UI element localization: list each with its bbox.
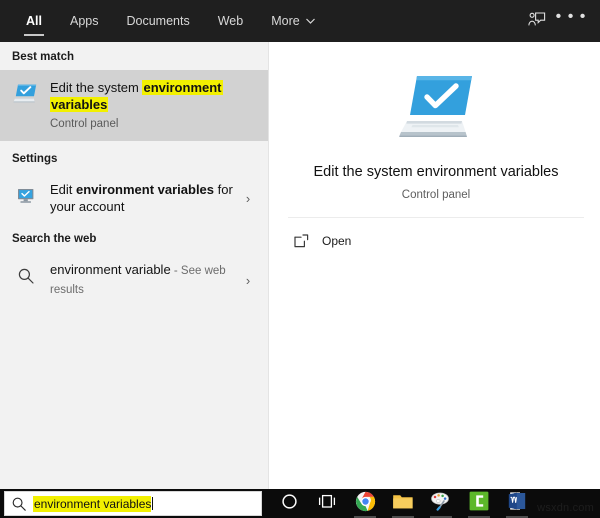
- task-view-button[interactable]: [308, 489, 346, 518]
- preview-divider: [288, 217, 584, 218]
- preview-icon-wrap: [290, 68, 582, 152]
- result-item-settings-title: Edit environment variables for your acco…: [50, 181, 238, 215]
- ellipsis-icon: • • •: [555, 8, 587, 25]
- result-item-web-search[interactable]: environment variable - See web results ›: [0, 252, 268, 308]
- result-item-best-match-text: Edit the system environment variables Co…: [50, 79, 258, 132]
- word-w-icon: [508, 491, 527, 516]
- tab-all[interactable]: All: [12, 0, 56, 42]
- preview-subtitle: Control panel: [401, 189, 471, 201]
- search-results-body: Best match Edit the system environment v…: [0, 42, 600, 489]
- camtasia-button[interactable]: [460, 489, 498, 518]
- chrome-button[interactable]: [346, 489, 384, 518]
- tab-documents-label: Documents: [126, 13, 190, 28]
- result-item-best-match-subtitle: Control panel: [50, 118, 119, 130]
- result-item-settings-text: Edit environment variables for your acco…: [50, 181, 238, 215]
- paint-button[interactable]: [422, 489, 460, 518]
- tab-documents[interactable]: Documents: [112, 0, 203, 42]
- text-caret: [152, 496, 154, 510]
- preview-action-open[interactable]: Open: [272, 224, 600, 258]
- search-icon: [12, 262, 40, 290]
- preview-title: Edit the system environment variables: [313, 164, 559, 180]
- taskbar-app-buttons: [270, 489, 536, 518]
- taskbar-search-value: environment variables: [33, 495, 152, 512]
- title-highlight-variables: variables: [50, 97, 109, 112]
- task-view-icon: [317, 493, 337, 515]
- cortana-circle-icon: [281, 493, 298, 515]
- open-external-icon: [290, 234, 312, 248]
- feedback-button[interactable]: [520, 5, 554, 37]
- folder-icon: [392, 492, 414, 516]
- taskbar-search-input[interactable]: environment variables: [4, 491, 262, 516]
- chevron-right-icon[interactable]: ›: [238, 273, 258, 288]
- settings-title-prefix: Edit: [50, 182, 77, 197]
- overflow-menu-button[interactable]: • • •: [554, 5, 588, 37]
- preview-pane: Edit the system environment variables Co…: [272, 42, 600, 489]
- monitor-check-icon: [12, 80, 40, 108]
- cortana-button[interactable]: [270, 489, 308, 518]
- tab-more-label: More: [271, 13, 300, 28]
- group-header-best-match: Best match: [12, 51, 74, 63]
- chevron-right-icon[interactable]: ›: [238, 191, 258, 206]
- result-item-best-match[interactable]: Edit the system environment variables Co…: [0, 70, 268, 141]
- search-header: All Apps Documents Web More • • •: [0, 0, 600, 42]
- watermark: wsxdn.com: [537, 502, 594, 514]
- tab-all-label: All: [26, 13, 42, 28]
- result-item-best-match-title: Edit the system environment variables: [50, 79, 258, 113]
- group-header-settings: Settings: [12, 153, 58, 165]
- taskbar: environment variables wsxdn.com: [0, 489, 600, 518]
- word-button[interactable]: [498, 489, 536, 518]
- search-icon: [5, 496, 33, 512]
- result-item-web-search-title: environment variable - See web results: [50, 261, 238, 299]
- paint-palette-icon: [430, 491, 452, 516]
- chevron-down-icon: [305, 18, 315, 26]
- preview-card: Edit the system environment variables Co…: [272, 42, 600, 201]
- monitor-check-large-icon: [393, 71, 479, 150]
- results-list-pane: Best match Edit the system environment v…: [0, 42, 268, 489]
- result-item-web-search-text: environment variable - See web results: [50, 261, 238, 299]
- search-filter-tabs: All Apps Documents Web More: [12, 0, 329, 42]
- tab-active-indicator: [23, 34, 44, 36]
- tab-apps-label: Apps: [69, 13, 99, 28]
- monitor-small-icon: [12, 182, 40, 210]
- settings-title-bold: environment variables: [76, 182, 215, 197]
- group-header-search-web: Search the web: [12, 233, 97, 245]
- camtasia-c-icon: [469, 491, 489, 516]
- person-feedback-icon: [528, 11, 546, 32]
- taskbar-search-value-wrap: environment variables: [33, 495, 154, 513]
- preview-action-open-label: Open: [322, 234, 352, 248]
- title-highlight-environment: environment: [142, 80, 223, 95]
- tab-web-label: Web: [217, 13, 244, 28]
- windows-search-window: All Apps Documents Web More • • • Best m…: [0, 0, 600, 518]
- title-prefix: Edit the system: [50, 80, 143, 95]
- result-item-settings[interactable]: Edit environment variables for your acco…: [0, 172, 268, 224]
- tab-more[interactable]: More: [257, 0, 328, 42]
- header-actions: • • •: [520, 0, 600, 42]
- file-explorer-button[interactable]: [384, 489, 422, 518]
- chrome-icon: [355, 491, 376, 517]
- tab-web[interactable]: Web: [204, 0, 257, 42]
- web-search-term: environment variable: [50, 262, 171, 277]
- tab-apps[interactable]: Apps: [56, 0, 113, 42]
